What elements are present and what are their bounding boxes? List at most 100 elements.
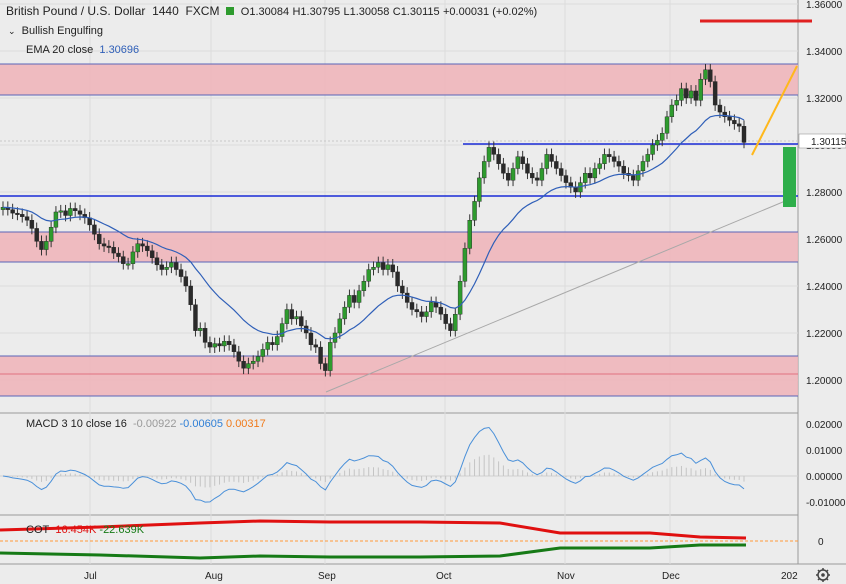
candle-up <box>371 267 376 270</box>
candle-up <box>674 100 679 106</box>
candle-up <box>198 328 203 331</box>
candle-up <box>602 154 607 164</box>
gear-icon[interactable] <box>816 568 830 582</box>
candle-up <box>361 281 367 291</box>
ohlc-low: L1.30058 <box>343 6 390 18</box>
candle-down <box>419 311 424 317</box>
candle-down <box>573 187 578 193</box>
candle-up <box>660 133 665 141</box>
candle-up <box>597 163 602 169</box>
macd-histogram <box>7 454 745 488</box>
candle-up <box>645 154 650 162</box>
candle-down <box>443 314 448 324</box>
ema-legend[interactable]: EMA 20 close 1.30696 <box>26 44 139 56</box>
candle-down <box>534 177 540 181</box>
candle-up <box>703 69 708 80</box>
candle-down <box>217 343 222 347</box>
ohlc-change: +0.00031 (+0.02%) <box>442 6 538 18</box>
candle-down <box>741 125 747 143</box>
candle-down <box>20 214 25 217</box>
candle-up <box>544 154 549 169</box>
candle-up <box>669 104 675 118</box>
candle-down <box>712 81 718 106</box>
macd-value-1: -0.00922 <box>133 418 177 430</box>
support-zone-middle <box>0 232 798 262</box>
candle-down <box>684 88 689 99</box>
candle-up <box>356 290 362 303</box>
price-tick-label: 1.34000 <box>806 47 843 58</box>
candle-up <box>457 281 463 315</box>
time-tick-label: Jul <box>84 571 97 582</box>
candle-up <box>453 314 458 331</box>
candle-down <box>15 212 20 215</box>
candle-down <box>39 241 44 250</box>
candle-up <box>164 267 169 270</box>
price-tick-label: 1.28000 <box>806 188 843 199</box>
cot-value-2: -22.639K <box>99 524 145 536</box>
candle-down <box>174 262 179 270</box>
candle-up <box>222 341 227 347</box>
candle-up <box>472 201 477 221</box>
candle-down <box>111 247 116 254</box>
candle-up <box>251 361 256 364</box>
candle-up <box>592 168 598 179</box>
candle-up <box>342 306 347 320</box>
candle-down <box>587 172 593 179</box>
candle-up <box>347 295 352 308</box>
time-tick-label: Oct <box>436 571 452 582</box>
candle-down <box>433 302 439 308</box>
candle-up <box>664 116 670 134</box>
candle-up <box>655 140 660 146</box>
pattern-label: Bullish Engulfing <box>21 25 104 37</box>
candle-up <box>279 323 285 337</box>
chevron-down-icon[interactable]: ⌄ <box>8 26 16 36</box>
candle-down <box>77 210 83 215</box>
candle-down <box>395 271 400 287</box>
interval[interactable]: 1440 <box>152 4 179 18</box>
cot-line-noncommercials <box>0 543 746 560</box>
candle-down <box>323 363 328 371</box>
candle-up <box>679 88 684 101</box>
candle-down <box>631 175 636 181</box>
symbol-name[interactable]: British Pound / U.S. Dollar <box>6 4 145 18</box>
cot-value-1: 16.454K <box>55 524 97 536</box>
candle-down <box>193 304 198 331</box>
candle-up <box>327 342 333 371</box>
cot-legend[interactable]: COT 16.454K -22.639K <box>26 524 144 536</box>
price-tick-label: 1.20000 <box>806 376 843 387</box>
candle-up <box>467 219 472 249</box>
cot-label: COT <box>26 524 50 536</box>
resistance-zone-upper <box>0 64 798 95</box>
candle-down <box>97 234 102 244</box>
candle-down <box>736 123 742 127</box>
candle-down <box>87 217 92 226</box>
macd-value-2: -0.00605 <box>179 418 223 430</box>
macd-line <box>2 426 745 503</box>
price-pane[interactable] <box>0 0 798 413</box>
candle-down <box>525 163 530 174</box>
candle-down <box>732 120 737 125</box>
pattern-indicator[interactable]: ⌄ Bullish Engulfing <box>8 25 103 37</box>
candle-down <box>708 69 713 82</box>
candle-up <box>510 168 516 181</box>
price-tick-label: 1.32000 <box>806 94 843 105</box>
candle-down <box>101 243 107 247</box>
candle-up <box>429 302 434 313</box>
candle-down <box>34 228 39 242</box>
candle-down <box>549 154 554 162</box>
candle-down <box>299 316 304 327</box>
trading-chart[interactable]: 1.360001.340001.320001.300001.280001.260… <box>0 0 846 584</box>
macd-tick-label: 0.02000 <box>806 420 843 431</box>
candle-down <box>226 341 232 345</box>
candle-down <box>438 306 444 315</box>
time-tick-label: 202 <box>781 571 798 582</box>
target-box-green[interactable] <box>783 147 796 207</box>
candle-up <box>650 144 655 155</box>
candle-up <box>385 264 391 270</box>
candle-down <box>400 285 405 294</box>
candle-down <box>106 245 112 248</box>
macd-legend[interactable]: MACD 3 10 close 16 -0.00922 -0.00605 0.0… <box>26 418 266 430</box>
candle-down <box>207 342 213 348</box>
time-tick-label: Dec <box>662 571 680 582</box>
candle-up <box>462 248 468 282</box>
